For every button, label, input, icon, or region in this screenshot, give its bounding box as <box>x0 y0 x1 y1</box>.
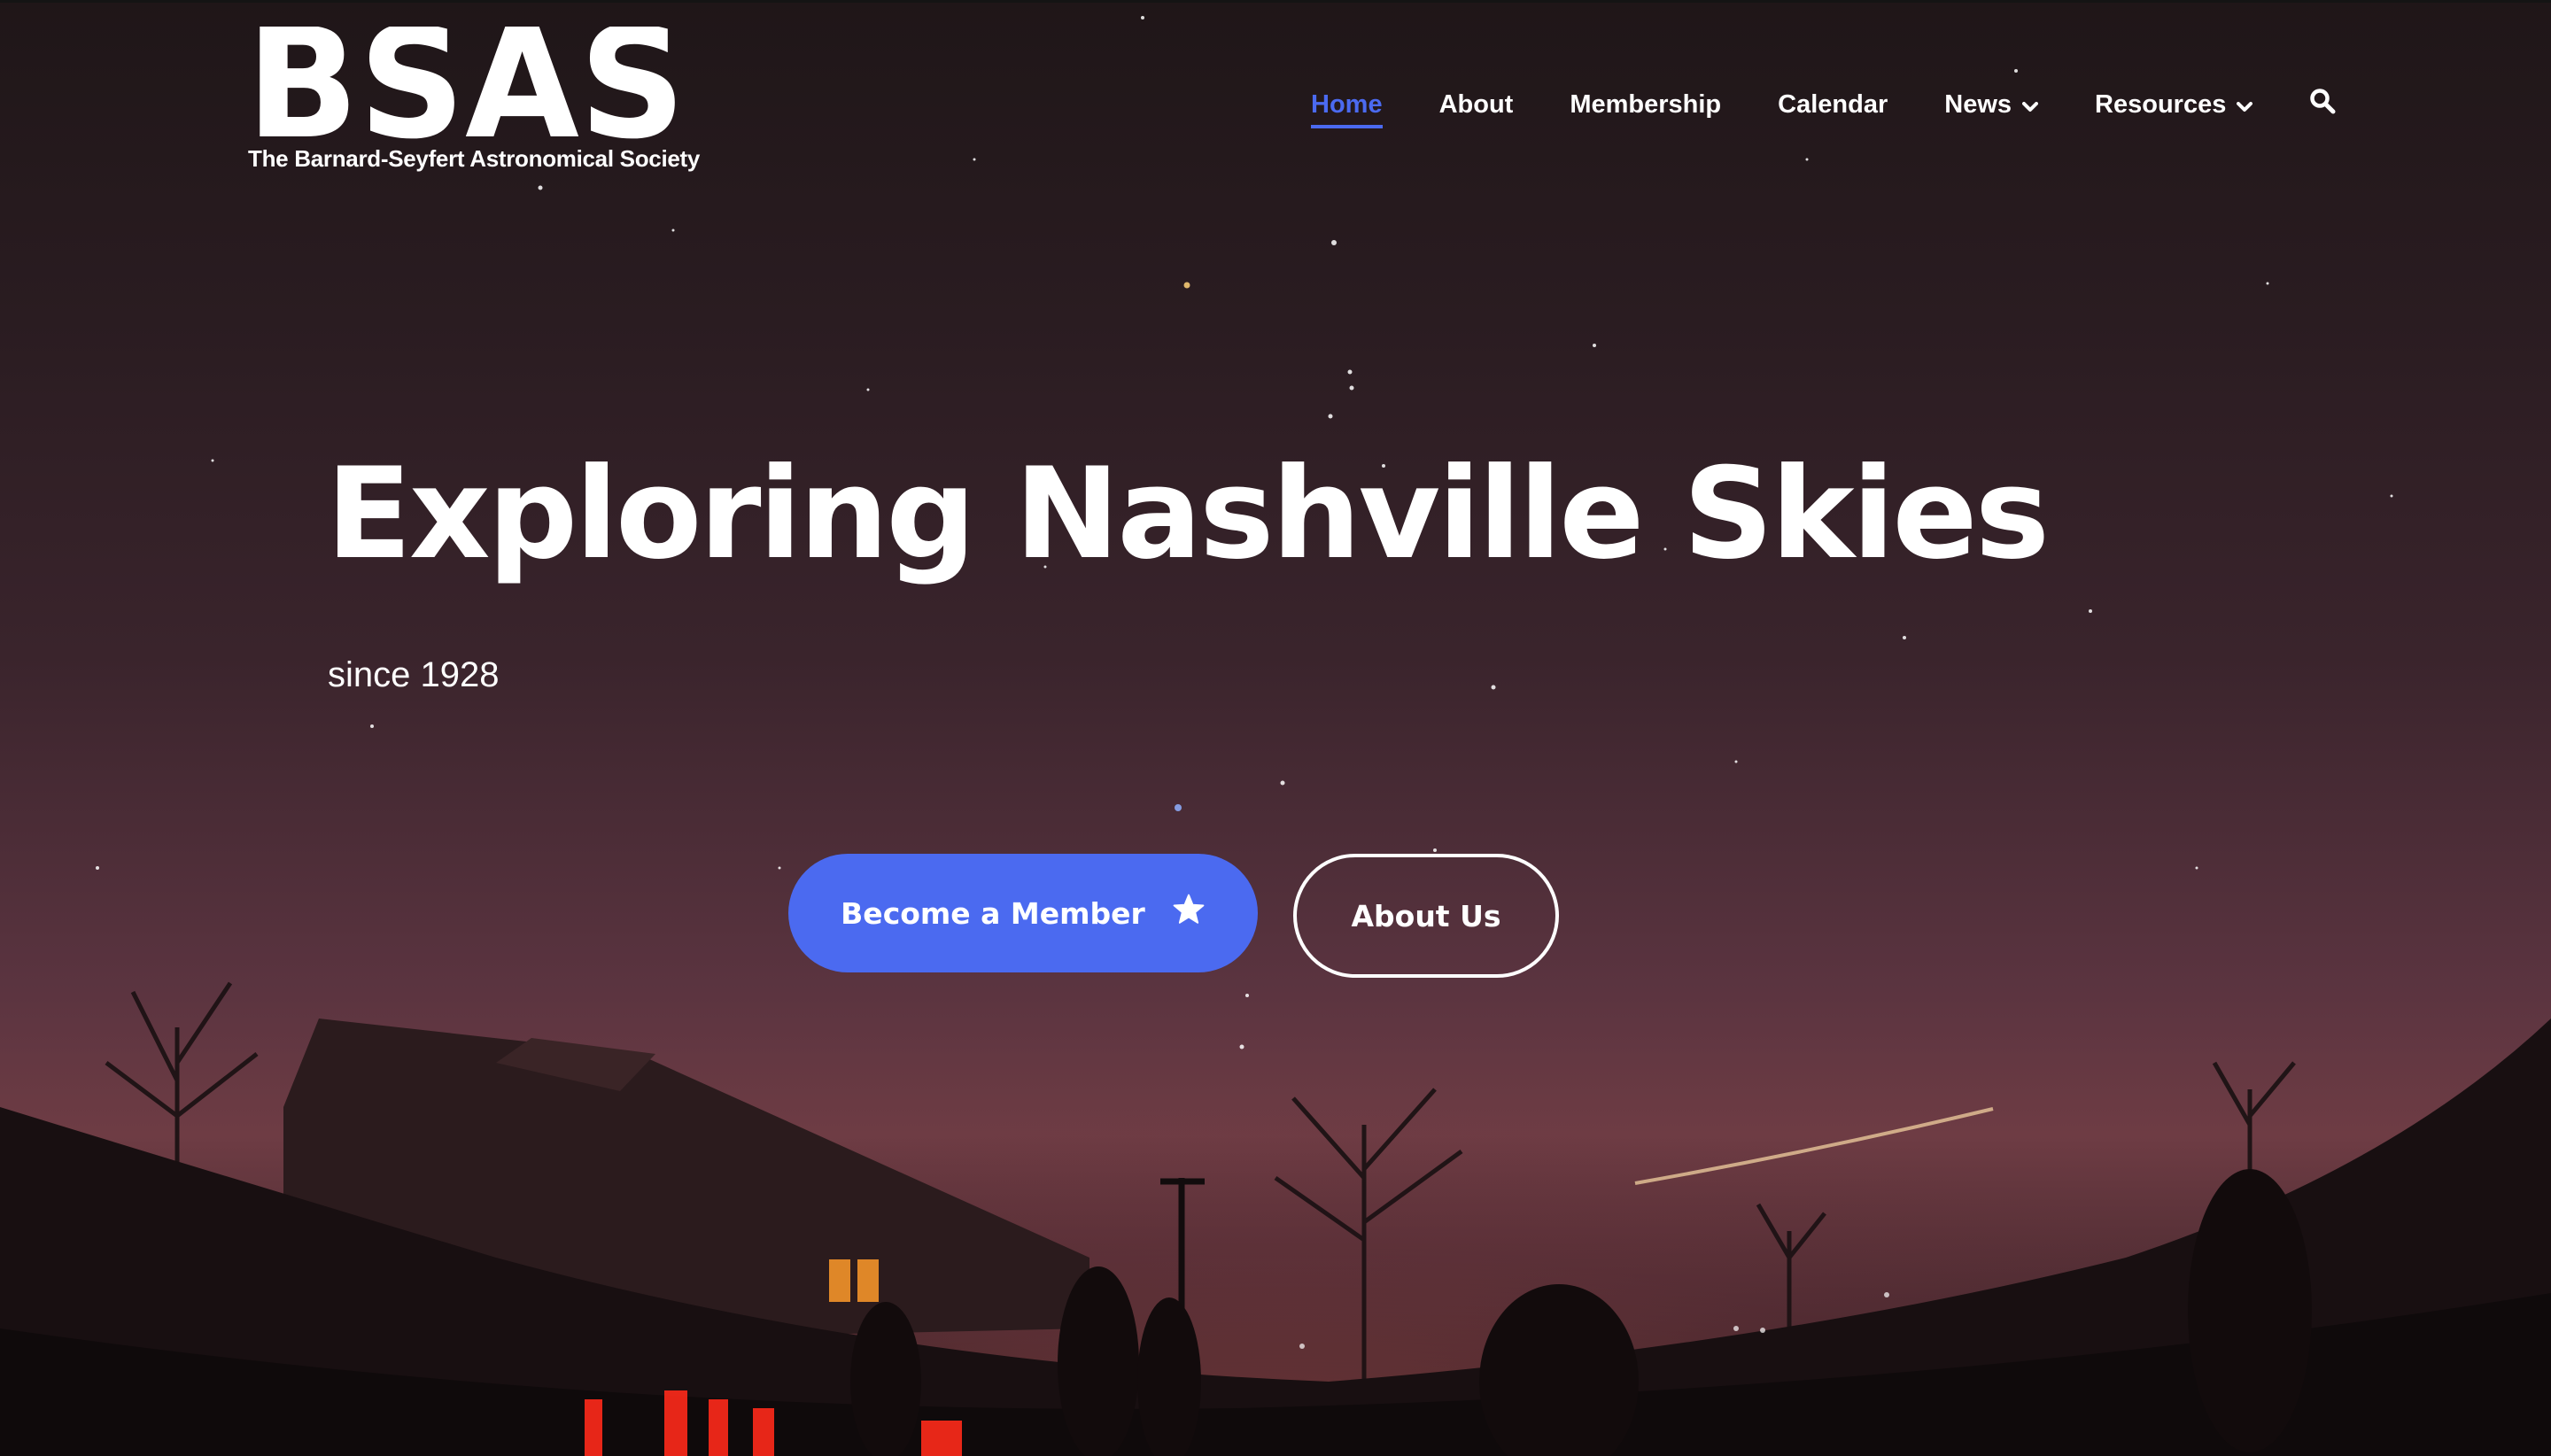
search-button[interactable] <box>2309 88 2336 121</box>
about-us-button[interactable]: About Us <box>1293 854 1559 978</box>
nav-item-about[interactable]: About <box>1439 90 1514 120</box>
nav-item-label: Home <box>1311 89 1383 119</box>
hero-section: BSAS The Barnard-Seyfert Astronomical So… <box>0 0 2551 1456</box>
nav-item-label: Resources <box>2095 89 2227 119</box>
nav-item-home[interactable]: Home <box>1311 89 1383 128</box>
nav-item-label: News <box>1944 89 2012 119</box>
nav-item-resources[interactable]: Resources <box>2095 89 2253 120</box>
about-us-label: About Us <box>1351 898 1501 933</box>
landscape-silhouette <box>0 981 2551 1456</box>
bsas-logo-mark: BSAS <box>246 27 686 145</box>
nav-item-label: Membership <box>1570 89 1722 119</box>
nav-item-membership[interactable]: Membership <box>1570 90 1721 120</box>
logo-tagline: The Barnard-Seyfert Astronomical Society <box>248 145 701 172</box>
hero-title: Exploring Nashville Skies <box>326 441 2050 587</box>
star-icon <box>1172 894 1206 933</box>
hero-subtitle: since 1928 <box>328 655 500 694</box>
chevron-down-icon <box>2237 90 2253 120</box>
become-member-button[interactable]: Become a Member <box>788 854 1258 972</box>
become-member-label: Become a Member <box>841 895 1145 931</box>
logo-wordmark: BSAS <box>246 27 686 145</box>
search-icon <box>2309 88 2336 121</box>
main-navigation: Home About Membership Calendar News Reso… <box>1311 87 2336 128</box>
nav-item-news[interactable]: News <box>1944 89 2039 120</box>
site-logo[interactable]: BSAS The Barnard-Seyfert Astronomical So… <box>246 27 700 179</box>
nav-item-calendar[interactable]: Calendar <box>1778 90 1888 120</box>
chevron-down-icon <box>2022 90 2039 120</box>
nav-item-label: Calendar <box>1778 89 1888 119</box>
nav-item-label: About <box>1438 89 1514 119</box>
